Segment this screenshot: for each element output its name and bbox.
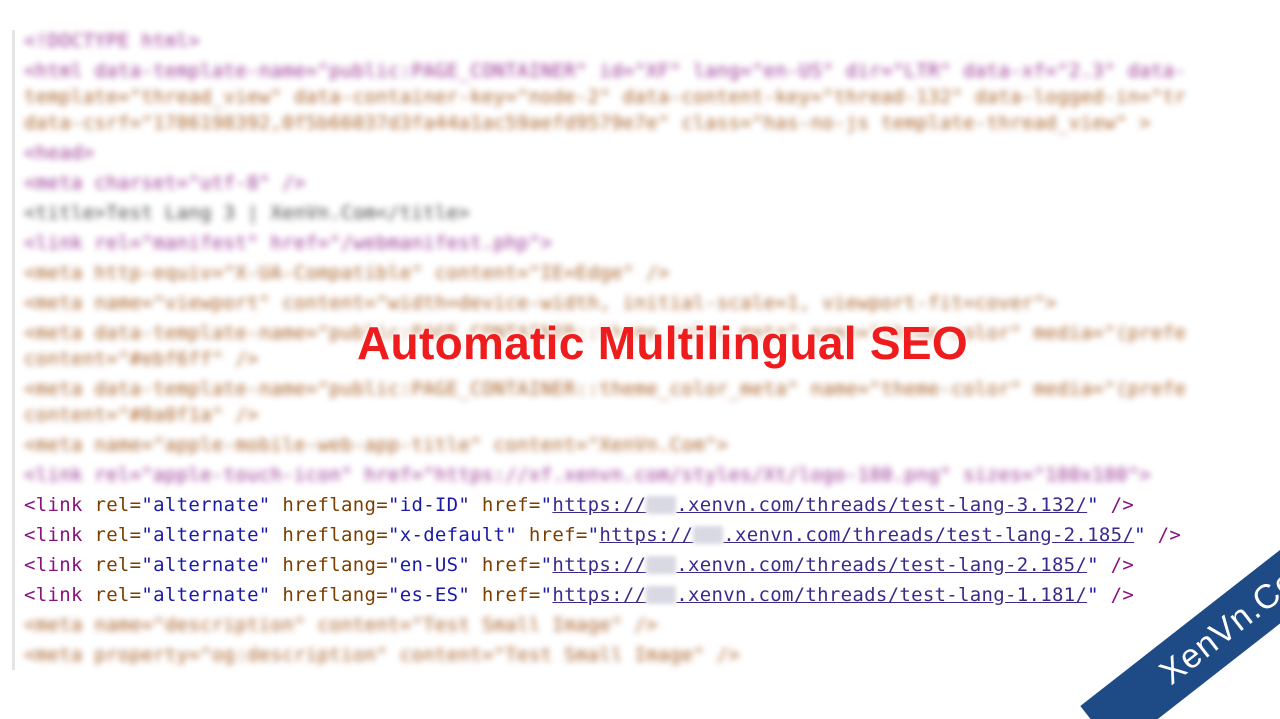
quote: "	[387, 524, 400, 546]
attr-rel: rel=	[94, 494, 142, 516]
source-line-meta-theme-dark-cont: content="#0a0f1a" />	[24, 404, 259, 426]
attr-href: href=	[481, 584, 541, 606]
hreflang-code: en-US	[399, 554, 459, 576]
source-line-meta-charset: <meta charset="utf-8" />	[24, 172, 306, 194]
attr-rel: rel=	[94, 524, 142, 546]
tag-name: <link	[24, 494, 83, 516]
hreflang-code: es-ES	[399, 584, 459, 606]
source-line-html-open-cont: template="thread_view" data-container-ke…	[24, 86, 1187, 108]
quote: "	[540, 494, 553, 516]
source-line-doctype: <!DOCTYPE html>	[24, 30, 201, 52]
headline-title: Automatic Multilingual SEO	[357, 317, 968, 369]
attr-hreflang: hreflang=	[282, 524, 388, 546]
ribbon-band: XenVn.Com	[1080, 499, 1280, 719]
quote: "	[458, 584, 471, 606]
source-line-meta-apple-title: <meta name="apple-mobile-web-app-title" …	[24, 434, 729, 456]
hreflang-value: "es-ES"	[388, 584, 470, 606]
attr-hreflang: hreflang=	[282, 494, 388, 516]
hreflang-code: id-ID	[399, 494, 459, 516]
watermark-text: XenVn.Com	[1152, 543, 1280, 692]
quote: "	[387, 494, 400, 516]
rel-value: "alternate"	[141, 524, 271, 546]
rel-value: "alternate"	[141, 584, 271, 606]
url-scheme: https://	[552, 554, 647, 576]
source-line-meta-description: <meta name="description" content="Test S…	[24, 614, 658, 636]
source-line-meta-compat: <meta http-equiv="X-UA-Compatible" conte…	[24, 262, 670, 284]
quote: "	[387, 554, 400, 576]
source-line-html-open-cont2: data-csrf="1786198392,0f5b66037d3fa44a1a…	[24, 112, 1151, 134]
attr-rel: rel=	[94, 554, 142, 576]
hreflang-line: <link rel="alternate" hreflang="en-US" h…	[24, 552, 1134, 578]
source-line-manifest: <link rel="manifest" href="/webmanifest.…	[24, 232, 553, 254]
rel-value: "alternate"	[141, 494, 271, 516]
tag-name: <link	[24, 584, 83, 606]
redacted-subdomain	[693, 526, 724, 544]
rel-value: "alternate"	[141, 554, 271, 576]
quote: "	[458, 554, 471, 576]
source-line-meta-viewport: <meta name="viewport" content="width=dev…	[24, 292, 1058, 314]
hreflang-line: <link rel="alternate" hreflang="es-ES" h…	[24, 582, 1134, 608]
quote: "	[540, 584, 553, 606]
quote: "	[540, 554, 553, 576]
tag-name: <link	[24, 554, 83, 576]
attr-rel: rel=	[94, 584, 142, 606]
hreflang-value: "x-default"	[388, 524, 517, 546]
source-line-title: <title>Test Lang 3 | XenVn.Com</title>	[24, 202, 471, 224]
hreflang-code: x-default	[399, 524, 506, 546]
hreflang-value: "en-US"	[388, 554, 470, 576]
source-line-meta-theme-dark: <meta data-template-name="public:PAGE_CO…	[24, 378, 1187, 400]
source-line-apple-touch-icon: <link rel="apple-touch-icon" href="https…	[24, 464, 1151, 486]
hreflang-line: <link rel="alternate" hreflang="id-ID" h…	[24, 492, 1134, 518]
attr-hreflang: hreflang=	[282, 554, 388, 576]
attr-href: href=	[481, 494, 541, 516]
watermark-ribbon: XenVn.Com	[1000, 499, 1280, 719]
attr-href: href=	[528, 524, 588, 546]
url-scheme: https://	[552, 584, 647, 606]
tag-name: <link	[24, 524, 83, 546]
url-scheme: https://	[599, 524, 694, 546]
url-scheme: https://	[552, 494, 647, 516]
quote: "	[505, 524, 518, 546]
source-line-og-description: <meta property="og:description" content=…	[24, 644, 741, 666]
quote: "	[587, 524, 600, 546]
quote: "	[458, 494, 471, 516]
redacted-subdomain	[646, 496, 677, 514]
source-line-html-open: <html data-template-name="public:PAGE_CO…	[24, 60, 1187, 82]
attr-hreflang: hreflang=	[282, 584, 388, 606]
redacted-subdomain	[646, 586, 677, 604]
attr-href: href=	[481, 554, 541, 576]
source-line-head: <head>	[24, 142, 95, 164]
hreflang-value: "id-ID"	[388, 494, 470, 516]
redacted-subdomain	[646, 556, 677, 574]
quote: "	[387, 584, 400, 606]
